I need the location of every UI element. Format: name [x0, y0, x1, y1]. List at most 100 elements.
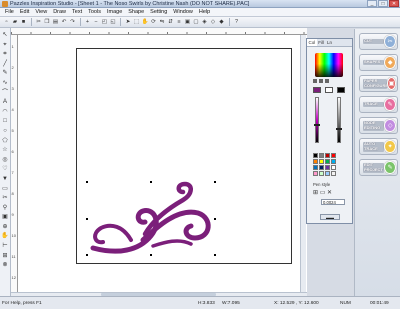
side-button-shapes[interactable]: SHAPES ◆ — [359, 54, 398, 71]
arc-tool-icon[interactable]: ◠ — [2, 109, 9, 116]
rectangle-tool-icon[interactable]: □ — [2, 118, 9, 125]
swatch-mode-icon[interactable] — [313, 79, 317, 83]
minimize-button[interactable]: _ — [367, 0, 377, 7]
star-tool-icon[interactable]: ☆ — [2, 147, 9, 154]
tab-fill[interactable]: Fill — [317, 39, 326, 46]
text-tool-icon[interactable]: A — [2, 99, 9, 106]
save-icon[interactable]: ■ — [20, 19, 27, 26]
line-tool-icon[interactable]: ╱ — [2, 61, 9, 68]
menu-window[interactable]: Window — [170, 9, 196, 15]
swatch-mode-icon[interactable] — [319, 79, 323, 83]
color-swatch[interactable] — [319, 159, 324, 164]
color-swatch[interactable] — [325, 153, 330, 158]
bezier-tool-icon[interactable]: ⌒ — [2, 90, 9, 97]
side-button-cut[interactable]: CUT ✂ — [359, 33, 398, 50]
zoom-in-icon[interactable]: + — [84, 19, 91, 26]
menu-text[interactable]: Text — [69, 9, 85, 15]
image-tool-icon[interactable]: ▣ — [2, 214, 9, 221]
menu-setting[interactable]: Setting — [147, 9, 170, 15]
flip-icon[interactable]: ⇵ — [167, 19, 174, 26]
zoom-fit-icon[interactable]: ◰ — [101, 19, 108, 26]
cut-icon[interactable]: ✂ — [35, 19, 42, 26]
redo-icon[interactable]: ↷ — [69, 19, 76, 26]
paste-icon[interactable]: ▤ — [52, 19, 59, 26]
undo-icon[interactable]: ↶ — [61, 19, 68, 26]
side-button-paper-configure[interactable]: PAPER CONFIGURE ▣ — [359, 75, 398, 92]
grid-tool-icon[interactable]: ⊞ — [2, 253, 9, 260]
close-button[interactable]: ✕ — [389, 0, 399, 7]
crop-tool-icon[interactable]: ⌗ — [2, 51, 9, 58]
eyedropper-tool-icon[interactable]: ⚲ — [2, 205, 9, 212]
alpha-slider[interactable] — [336, 97, 342, 143]
select-icon[interactable]: ➤ — [125, 19, 132, 26]
intersect-icon[interactable]: ◆ — [218, 19, 225, 26]
menu-image[interactable]: Image — [104, 9, 125, 15]
color-swatch[interactable] — [331, 159, 336, 164]
color-spectrum[interactable] — [315, 53, 343, 77]
color-swatch[interactable] — [325, 165, 330, 170]
node-tool-icon[interactable]: ⌖ — [2, 42, 9, 49]
help-icon[interactable]: ? — [233, 19, 240, 26]
spiral-tool-icon[interactable]: ◎ — [2, 157, 9, 164]
side-button-node-editing[interactable]: NODE EDITING ◇ — [359, 117, 398, 134]
color-swatch[interactable] — [331, 171, 336, 176]
menu-view[interactable]: View — [32, 9, 50, 15]
tab-line[interactable]: Ln — [326, 39, 334, 46]
hand-tool-icon[interactable]: ✋ — [1, 233, 8, 240]
mirror-icon[interactable]: ⇋ — [159, 19, 166, 26]
curve-tool-icon[interactable]: ∿ — [2, 80, 9, 87]
side-button-auto-trace[interactable]: AUTO TRACE ✦ — [359, 138, 398, 155]
current-line-swatch[interactable] — [325, 87, 333, 93]
palette-apply-button[interactable]: ▬▬ — [320, 214, 340, 220]
zoom-out-icon[interactable]: − — [93, 19, 100, 26]
menu-file[interactable]: File — [2, 9, 17, 15]
color-swatch[interactable] — [331, 165, 336, 170]
slider-knob[interactable] — [314, 124, 320, 126]
side-button-trace[interactable]: TRACE ✎ — [359, 96, 398, 113]
drawing-canvas[interactable] — [18, 35, 307, 292]
heart-tool-icon[interactable]: ♡ — [2, 166, 9, 173]
current-fill-swatch[interactable] — [313, 87, 321, 93]
color-swatch[interactable] — [313, 153, 318, 158]
copy-icon[interactable]: ❐ — [44, 19, 51, 26]
weld-icon[interactable]: ◈ — [201, 19, 208, 26]
eraser-tool-icon[interactable]: ▭ — [2, 186, 9, 193]
align-icon[interactable]: ≡ — [176, 19, 183, 26]
menu-draw[interactable]: Draw — [50, 9, 69, 15]
maximize-button[interactable]: □ — [378, 0, 388, 7]
color-swatch[interactable] — [319, 171, 324, 176]
current-pen-swatch[interactable] — [337, 87, 345, 93]
color-swatch[interactable] — [313, 165, 318, 170]
menu-help[interactable]: Help — [196, 9, 213, 15]
zoom-page-icon[interactable]: ◱ — [110, 19, 117, 26]
color-swatch[interactable] — [313, 171, 318, 176]
zoom-tool-icon[interactable]: ⊕ — [2, 224, 9, 231]
menu-tools[interactable]: Tools — [85, 9, 104, 15]
swirl-shape[interactable] — [83, 178, 218, 258]
pen-tool-icon[interactable]: ✎ — [2, 70, 9, 77]
tab-color[interactable]: Col — [307, 39, 317, 46]
weld-tool-icon[interactable]: ⊗ — [2, 262, 9, 269]
color-swatch[interactable] — [319, 153, 324, 158]
side-button-edit-project[interactable]: EDIT PROJECT ✎ — [359, 159, 398, 176]
color-swatch[interactable] — [331, 153, 336, 158]
color-swatch[interactable] — [313, 159, 318, 164]
color-swatch[interactable] — [319, 165, 324, 170]
trim-icon[interactable]: ◇ — [210, 19, 217, 26]
knife-tool-icon[interactable]: ✂ — [2, 195, 9, 202]
hand-icon[interactable]: ✋ — [142, 19, 149, 26]
node-icon[interactable]: ⬚ — [133, 19, 140, 26]
polygon-tool-icon[interactable]: ⬠ — [2, 138, 9, 145]
rotate-icon[interactable]: ⟳ — [150, 19, 157, 26]
line-width-input[interactable]: 0.0024 — [321, 199, 345, 205]
brightness-slider[interactable] — [314, 97, 320, 143]
open-icon[interactable]: ▰ — [12, 19, 19, 26]
menu-edit[interactable]: Edit — [17, 9, 32, 15]
new-file-icon[interactable]: ▫ — [3, 19, 10, 26]
measure-tool-icon[interactable]: ⊢ — [2, 243, 9, 250]
pen-style-icons[interactable]: ⊞ ▭ ✕ — [313, 189, 332, 196]
paint-bucket-icon[interactable]: ▼ — [2, 176, 9, 183]
ungroup-icon[interactable]: ▢ — [193, 19, 200, 26]
color-swatch[interactable] — [325, 171, 330, 176]
pointer-tool-icon[interactable]: ↖ — [2, 32, 9, 39]
